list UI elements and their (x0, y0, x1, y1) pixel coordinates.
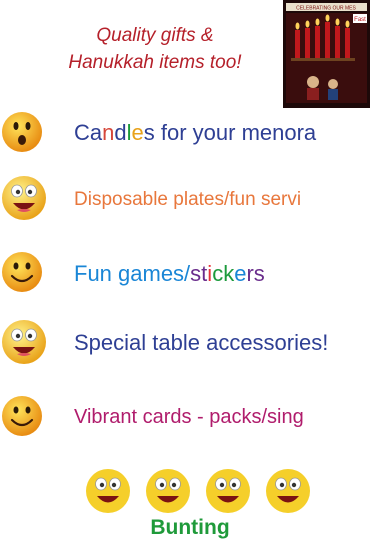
surprised-smiley-icon (2, 112, 42, 152)
tagline-line-1: Quality gifts & (96, 25, 214, 46)
grinning-smiley-icon (146, 469, 190, 513)
item-text: Vibrant cards - packs/sing (74, 406, 304, 429)
happy-smiley-icon (2, 252, 42, 292)
book-cover-title: CELEBRATING OUR MES (296, 6, 356, 12)
item-text-segment: ck (212, 261, 235, 286)
item-text: Candles for your menora (74, 120, 316, 146)
book-cover-image: CELEBRATING OUR MES Fast (283, 0, 370, 108)
item-text-segment: s for your menora (143, 120, 317, 145)
book-label: Fast (354, 17, 366, 23)
item-text: Disposable plates/fun servi (74, 189, 301, 211)
tagline: Quality gifts & Hanukkah items too! (30, 22, 280, 76)
bunting-smileys (84, 467, 344, 517)
grinning-smiley-icon (2, 176, 46, 220)
grinning-smiley-icon (86, 469, 130, 513)
item-text-segment: Ca (74, 120, 103, 145)
item-text: Fun games/stickers (74, 261, 265, 287)
item-text-segment: Vibrant cards - packs/sing (74, 406, 304, 428)
item-text-segment: e (234, 261, 247, 286)
item-text-segment: n (102, 120, 115, 145)
item-text: Special table accessories! (74, 330, 328, 356)
item-text-segment: Disposable plates/fun servi (74, 189, 302, 210)
item-text-segment: Fun games/ (74, 261, 191, 286)
bunting-label: Bunting (150, 516, 230, 539)
item-text-segment: d (114, 120, 127, 145)
grinning-smiley-icon (266, 469, 310, 513)
grinning-smiley-icon (206, 469, 250, 513)
item-text-segment: rs (246, 261, 265, 286)
item-text-segment: Special table accessories! (74, 330, 329, 355)
tagline-line-2: Hanukkah items too! (68, 52, 242, 73)
item-text-segment: e (131, 120, 144, 145)
grinning-smiley-icon (2, 320, 46, 364)
item-text-segment: st (190, 261, 208, 286)
happy-smiley-icon (2, 396, 42, 436)
